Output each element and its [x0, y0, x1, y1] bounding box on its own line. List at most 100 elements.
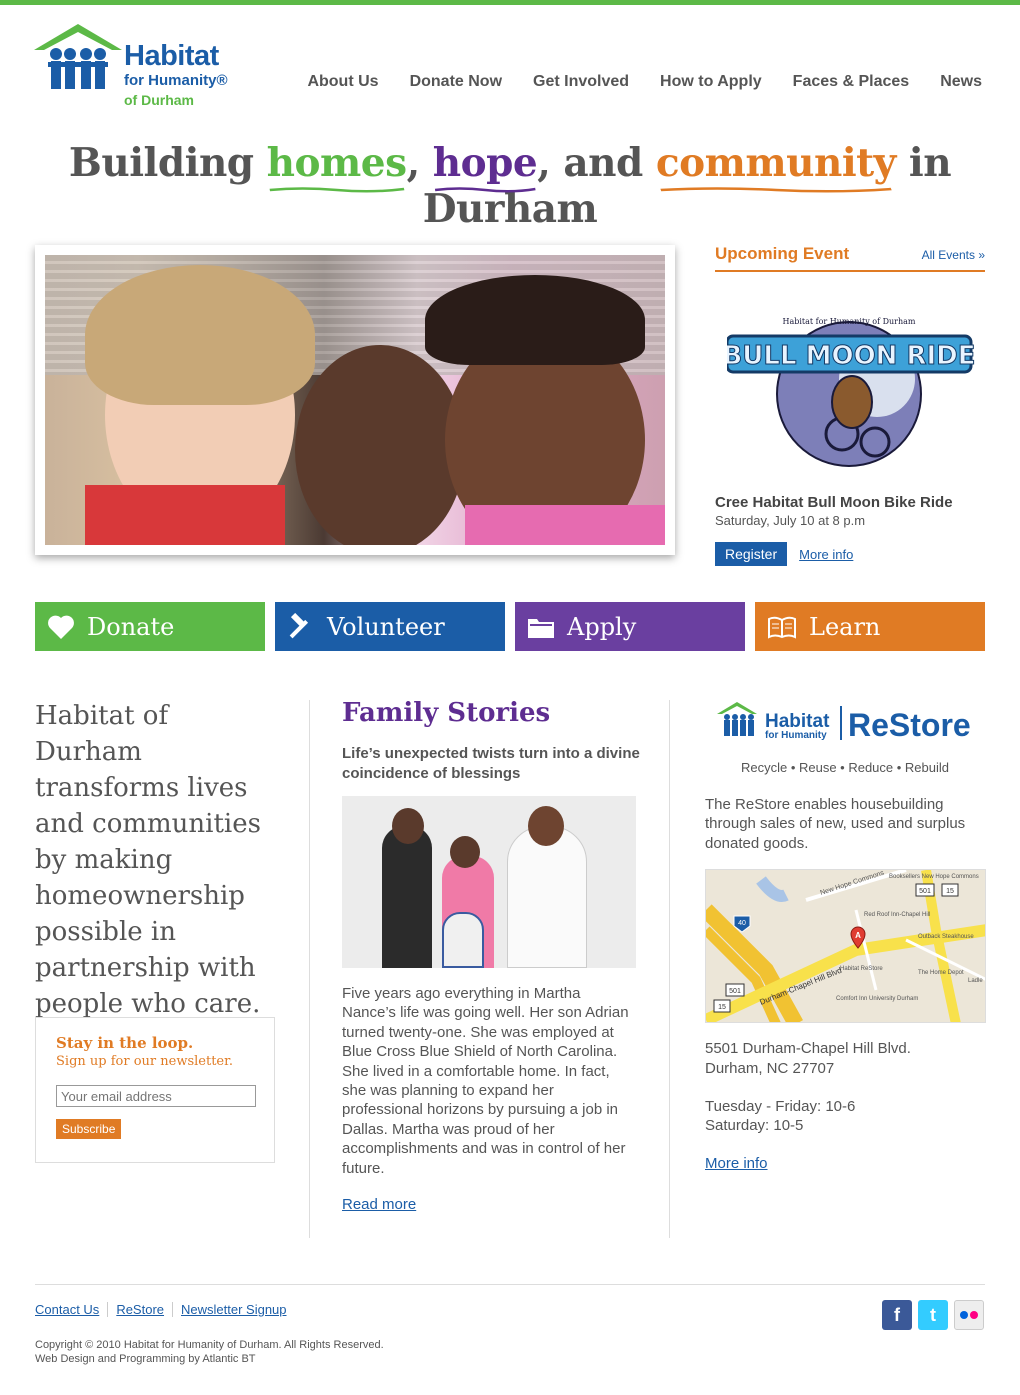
tagline-hope-text: hope — [432, 140, 538, 186]
restore-logo-restore: ReStore — [848, 707, 971, 743]
hammer-icon — [289, 612, 309, 638]
underline-scribble — [660, 187, 892, 193]
map-label: Outback Steakhouse — [918, 934, 974, 940]
apply-button[interactable]: Apply — [515, 602, 745, 651]
facebook-icon[interactable]: f — [882, 1300, 912, 1330]
twitter-icon[interactable]: t — [918, 1300, 948, 1330]
hours-line: Saturday: 10-5 — [705, 1117, 804, 1135]
restore-logo-humanity: for Humanity — [765, 730, 827, 741]
donate-button[interactable]: Donate — [35, 602, 265, 651]
mission-statement: Habitat of Durham transforms lives and c… — [35, 701, 261, 1019]
learn-label: Learn — [809, 612, 881, 641]
credit-line: Web Design and Programming by Atlantic B… — [35, 1353, 256, 1365]
restore-hours: Tuesday - Friday: 10-6 Saturday: 10-5 — [705, 1097, 985, 1136]
footer-contact-us[interactable]: Contact Us — [35, 1302, 107, 1317]
habitat-restore-logo: Habitat for Humanity ReStore — [717, 702, 971, 743]
read-more-link[interactable]: Read more — [342, 1196, 416, 1213]
highway-15-shield: 15 — [946, 888, 954, 895]
volunteer-label: Volunteer — [327, 612, 445, 641]
section-title: Family Stories — [342, 698, 551, 728]
tagline-homes-text: homes — [266, 140, 407, 186]
nav-get-involved[interactable]: Get Involved — [533, 73, 629, 91]
footer-links: Contact Us ReStore Newsletter Signup — [35, 1302, 295, 1317]
tagline-text: , — [406, 140, 433, 186]
family-stories: Family Stories Life’s unexpected twists … — [342, 698, 642, 1214]
column-divider — [669, 700, 670, 1238]
story-headline: Life’s unexpected twists turn into a div… — [342, 745, 640, 782]
bull-moon-ride-badge: BULL MOON RIDE Habitat for Humanity of D… — [722, 294, 976, 474]
address-line: Durham, NC 27707 — [705, 1059, 835, 1077]
map-marker: A — [855, 931, 861, 940]
logo-name: Habitat — [124, 40, 219, 72]
tagline-hope: hope — [432, 140, 538, 193]
nav-faces-places[interactable]: Faces & Places — [793, 73, 910, 91]
footer-restore[interactable]: ReStore — [107, 1302, 172, 1317]
learn-button[interactable]: Learn — [755, 602, 985, 651]
book-icon — [768, 616, 796, 639]
tagline-text: , and — [537, 140, 656, 186]
copyright-line: Copyright © 2010 Habitat for Humanity of… — [35, 1339, 384, 1351]
photo-face — [392, 808, 424, 844]
newsletter-subtitle: Sign up for our newsletter. — [56, 1054, 234, 1069]
hero-photo-frame — [35, 245, 675, 555]
photo-person — [295, 345, 465, 545]
highway-501-shield: 501 — [919, 888, 931, 895]
facebook-glyph: f — [894, 1304, 900, 1325]
tagline-community: community — [656, 140, 896, 193]
photo-person — [507, 826, 587, 968]
badge-title: BULL MOON RIDE — [727, 341, 975, 371]
footer-divider — [35, 1284, 985, 1285]
heart-icon — [48, 615, 74, 639]
site-logo[interactable]: Habitat for Humanity® of Durham — [34, 24, 264, 114]
highway-15-shield: 15 — [718, 1004, 726, 1011]
main-nav: About Us Donate Now Get Involved How to … — [307, 73, 982, 91]
nav-donate-now[interactable]: Donate Now — [410, 73, 502, 91]
social-links: f t — [882, 1300, 984, 1330]
nav-news[interactable]: News — [940, 73, 982, 91]
underline-scribble — [434, 187, 536, 193]
volunteer-button[interactable]: Volunteer — [275, 602, 505, 651]
address-line: 5501 Durham-Chapel Hill Blvd. — [705, 1040, 911, 1058]
restore-description: The ReStore enables housebuilding throug… — [705, 796, 966, 852]
restore-more-info-link[interactable]: More info — [705, 1155, 768, 1172]
event-name: Cree Habitat Bull Moon Bike Ride — [715, 494, 953, 511]
restore-address: 5501 Durham-Chapel Hill Blvd. Durham, NC… — [705, 1039, 985, 1078]
photo-person — [85, 265, 315, 405]
restore-tagline: Recycle • Reuse • Reduce • Rebuild — [740, 760, 950, 775]
restore-section: Habitat for Humanity ReStore Recycle • R… — [705, 700, 986, 1173]
nav-how-to-apply[interactable]: How to Apply — [660, 73, 762, 91]
highway-501-shield: 501 — [729, 988, 741, 995]
tagline-homes: homes — [266, 140, 407, 193]
top-accent-bar — [0, 0, 1020, 5]
email-field[interactable] — [56, 1085, 256, 1107]
event-header: Upcoming Event All Events » — [715, 244, 985, 272]
event-more-info-link[interactable]: More info — [799, 547, 853, 562]
underline-scribble — [269, 187, 405, 193]
photo-face — [450, 836, 480, 868]
apply-label: Apply — [567, 612, 637, 641]
footer-newsletter-signup[interactable]: Newsletter Signup — [172, 1302, 295, 1317]
photo-face — [528, 806, 564, 846]
event-date: Saturday, July 10 at 8 p.m — [715, 513, 866, 528]
photo-person — [442, 912, 484, 968]
map-label: Red Roof Inn-Chapel Hill — [864, 912, 930, 918]
copyright: Copyright © 2010 Habitat for Humanity of… — [35, 1338, 384, 1366]
photo-person — [382, 826, 432, 968]
badge-arc-text: Habitat for Humanity of Durham — [782, 317, 915, 326]
register-button[interactable]: Register — [715, 542, 788, 566]
action-buttons: Donate Volunteer Apply Learn — [35, 602, 985, 651]
location-map[interactable]: Durham-Chapel Hill Blvd New Hope Commons… — [705, 869, 986, 1024]
restore-logo-habitat: Habitat — [765, 711, 830, 732]
page-tagline: Building homes, hope, and community in D… — [0, 140, 1020, 232]
donate-label: Donate — [87, 612, 175, 641]
subscribe-button[interactable]: Subscribe — [56, 1119, 122, 1139]
all-events-link[interactable]: All Events » — [922, 248, 985, 262]
logo-subname: for Humanity® — [124, 72, 228, 89]
habitat-house-icon — [34, 24, 122, 89]
photo-shirt — [465, 505, 665, 545]
flickr-icon[interactable] — [954, 1300, 984, 1330]
nav-about-us[interactable]: About Us — [307, 73, 378, 91]
story-excerpt: Five years ago everything in Martha Nanc… — [342, 985, 629, 1177]
column-divider — [309, 700, 310, 1238]
restore-logo[interactable]: Habitat for Humanity ReStore — [705, 700, 985, 744]
